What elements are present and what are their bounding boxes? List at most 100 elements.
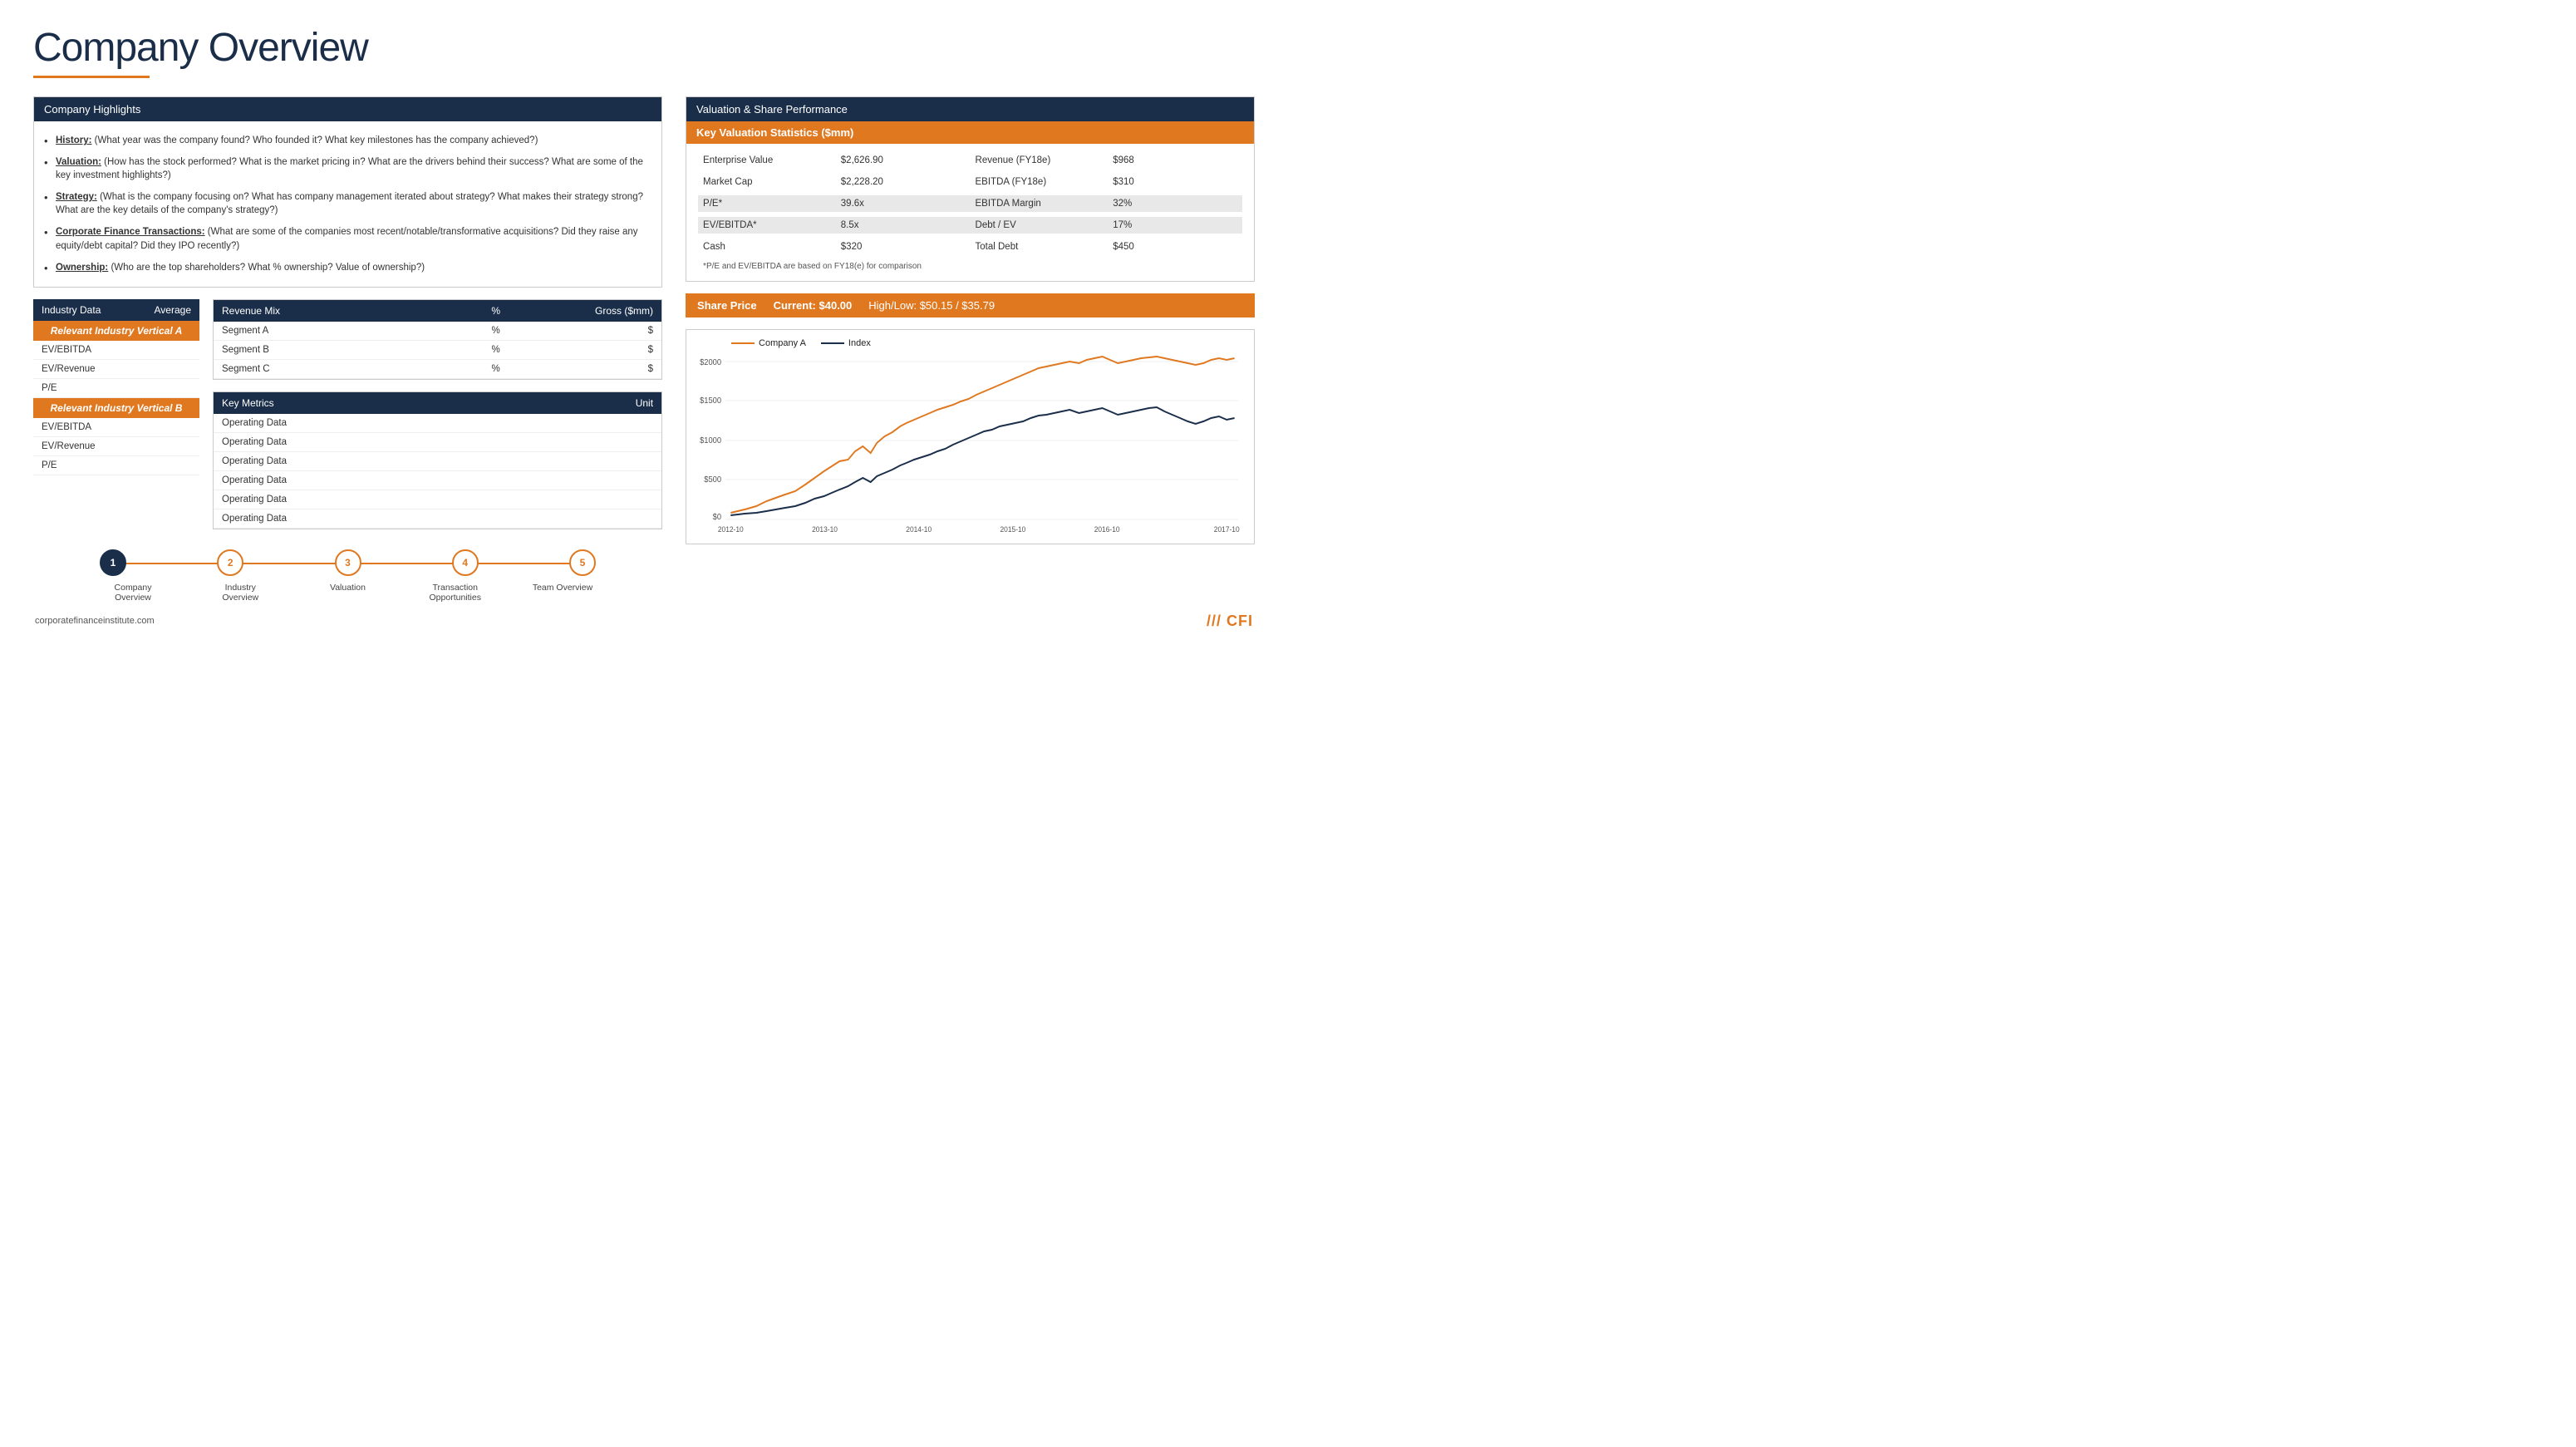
industry-metric-b3: P/E xyxy=(33,456,199,475)
nav-label-4: Transaction Opportunities xyxy=(422,583,489,603)
metric-4: Operating Data xyxy=(222,475,509,485)
share-price-label: Share Price xyxy=(697,299,757,312)
segment-a-gross: $ xyxy=(537,326,653,336)
val-value-pe: 39.6x xyxy=(834,195,971,212)
legend-company-a-label: Company A xyxy=(759,338,806,348)
val-label-debtev: Debt / EV xyxy=(971,217,1107,234)
highlight-text-ownership: (Who are the top shareholders? What % ow… xyxy=(111,263,425,273)
val-label-mc: Market Cap xyxy=(698,174,834,190)
revenue-row-b: Segment B % $ xyxy=(214,341,661,360)
industry-metric-b2: EV/Revenue xyxy=(33,437,199,456)
metric-1: Operating Data xyxy=(222,418,509,428)
highlight-label-history: History: xyxy=(56,135,91,145)
legend-index: Index xyxy=(821,338,871,348)
val-label-ebitda: EBITDA (FY18e) xyxy=(971,174,1107,190)
metric-5: Operating Data xyxy=(222,495,509,504)
val-value-debtev: 17% xyxy=(1106,217,1242,234)
svg-text:2017-10: 2017-10 xyxy=(1214,525,1240,534)
nav-step-2[interactable]: 2 xyxy=(217,549,243,576)
metric-6: Operating Data xyxy=(222,514,509,524)
val-value-evebitda: 8.5x xyxy=(834,217,971,234)
list-item: Corporate Finance Transactions: (What ar… xyxy=(42,221,648,256)
nav-label-5: Team Overview xyxy=(529,583,596,603)
segment-c-gross: $ xyxy=(537,364,653,374)
svg-text:$1000: $1000 xyxy=(700,436,721,445)
val-value-ebitda: $310 xyxy=(1106,174,1242,190)
key-metrics-table: Key Metrics Unit Operating Data Operatin… xyxy=(213,391,662,529)
revenue-row-a: Segment A % $ xyxy=(214,322,661,341)
company-highlights-header: Company Highlights xyxy=(34,97,661,121)
highlight-text-strategy: (What is the company focusing on? What h… xyxy=(56,192,643,215)
legend-index-label: Index xyxy=(848,338,871,348)
revenue-col-gross: Gross ($mm) xyxy=(537,305,653,317)
segment-a-name: Segment A xyxy=(222,326,455,336)
industry-metric-a2: EV/Revenue xyxy=(33,360,199,379)
segment-c-name: Segment C xyxy=(222,364,455,374)
metric-row-4: Operating Data xyxy=(214,471,661,490)
nav-labels: Company Overview Industry Overview Valua… xyxy=(100,583,596,603)
revenue-col-pct: % xyxy=(455,305,537,317)
svg-text:2013-10: 2013-10 xyxy=(812,525,838,534)
highlight-text-history: (What year was the company found? Who fo… xyxy=(95,135,538,145)
industry-metric-a1: EV/EBITDA xyxy=(33,341,199,360)
svg-text:2012-10: 2012-10 xyxy=(718,525,744,534)
industry-table-header: Industry Data Average xyxy=(33,299,199,321)
val-label-ebitda-margin: EBITDA Margin xyxy=(971,195,1107,212)
nav-step-4[interactable]: 4 xyxy=(452,549,479,576)
list-item: Valuation: (How has the stock performed?… xyxy=(42,151,648,186)
key-metrics-header: Key Metrics Unit xyxy=(214,392,661,414)
metric-row-1: Operating Data xyxy=(214,414,661,433)
val-value-cash: $320 xyxy=(834,239,971,255)
nav-label-1: Company Overview xyxy=(100,583,166,603)
svg-text:$2000: $2000 xyxy=(700,358,721,367)
val-label-ev: Enterprise Value xyxy=(698,152,834,169)
revenue-row-c: Segment C % $ xyxy=(214,360,661,379)
nav-line-row: 1 2 3 4 5 xyxy=(100,549,596,576)
page-title: Company Overview xyxy=(33,25,1255,78)
metric-2: Operating Data xyxy=(222,437,509,447)
val-label-rev: Revenue (FY18e) xyxy=(971,152,1107,169)
val-label-totaldebt: Total Debt xyxy=(971,239,1107,255)
nav-step-5[interactable]: 5 xyxy=(569,549,596,576)
metric-row-2: Operating Data xyxy=(214,433,661,452)
svg-text:2016-10: 2016-10 xyxy=(1094,525,1120,534)
right-panel: Valuation & Share Performance Key Valuat… xyxy=(686,96,1255,603)
share-price-current: Current: $40.00 xyxy=(774,299,853,312)
segment-c-pct: % xyxy=(455,364,537,374)
metric-3: Operating Data xyxy=(222,456,509,466)
nav-step-3[interactable]: 3 xyxy=(335,549,361,576)
revenue-col-name: Revenue Mix xyxy=(222,305,455,317)
svg-text:$0: $0 xyxy=(713,513,721,522)
bottom-left-area: Industry Data Average Relevant Industry … xyxy=(33,299,662,529)
footer-logo-icon: /// xyxy=(1207,613,1222,629)
highlight-label-ownership: Ownership: xyxy=(56,263,108,273)
footer-logo: /// CFI xyxy=(1207,613,1253,630)
legend-company-a: Company A xyxy=(731,338,806,348)
valuation-header: Valuation & Share Performance xyxy=(686,97,1254,121)
left-panel: Company Highlights History: (What year w… xyxy=(33,96,662,603)
svg-text:2015-10: 2015-10 xyxy=(1000,525,1026,534)
list-item: Strategy: (What is the company focusing … xyxy=(42,186,648,221)
metrics-col-unit: Unit xyxy=(509,397,653,409)
segment-b-gross: $ xyxy=(537,345,653,355)
highlight-label-strategy: Strategy: xyxy=(56,192,97,202)
industry-col2-label: Average xyxy=(155,304,191,316)
industry-col1-label: Industry Data xyxy=(42,304,101,316)
highlight-label-cft: Corporate Finance Transactions: xyxy=(56,227,205,237)
list-item: History: (What year was the company foun… xyxy=(42,130,648,151)
navigation-area: 1 2 3 4 5 Company Overview Industry Over… xyxy=(33,549,662,603)
highlights-list: History: (What year was the company foun… xyxy=(34,121,661,287)
val-value-ebitda-margin: 32% xyxy=(1106,195,1242,212)
right-tables-area: Revenue Mix % Gross ($mm) Segment A % $ … xyxy=(213,299,662,529)
val-value-rev: $968 xyxy=(1106,152,1242,169)
valuation-grid: Enterprise Value $2,626.90 Revenue (FY18… xyxy=(686,144,1254,281)
footer: corporatefinanceinstitute.com /// CFI xyxy=(33,613,1255,630)
svg-text:2014-10: 2014-10 xyxy=(906,525,932,534)
val-value-mc: $2,228.20 xyxy=(834,174,971,190)
industry-vertical-a-label: Relevant Industry Vertical A xyxy=(33,321,199,341)
highlight-label-valuation: Valuation: xyxy=(56,157,101,167)
valuation-section: Valuation & Share Performance Key Valuat… xyxy=(686,96,1255,282)
metric-row-5: Operating Data xyxy=(214,490,661,509)
nav-step-1[interactable]: 1 xyxy=(100,549,126,576)
valuation-note: *P/E and EV/EBITDA are based on FY18(e) … xyxy=(698,260,1242,273)
